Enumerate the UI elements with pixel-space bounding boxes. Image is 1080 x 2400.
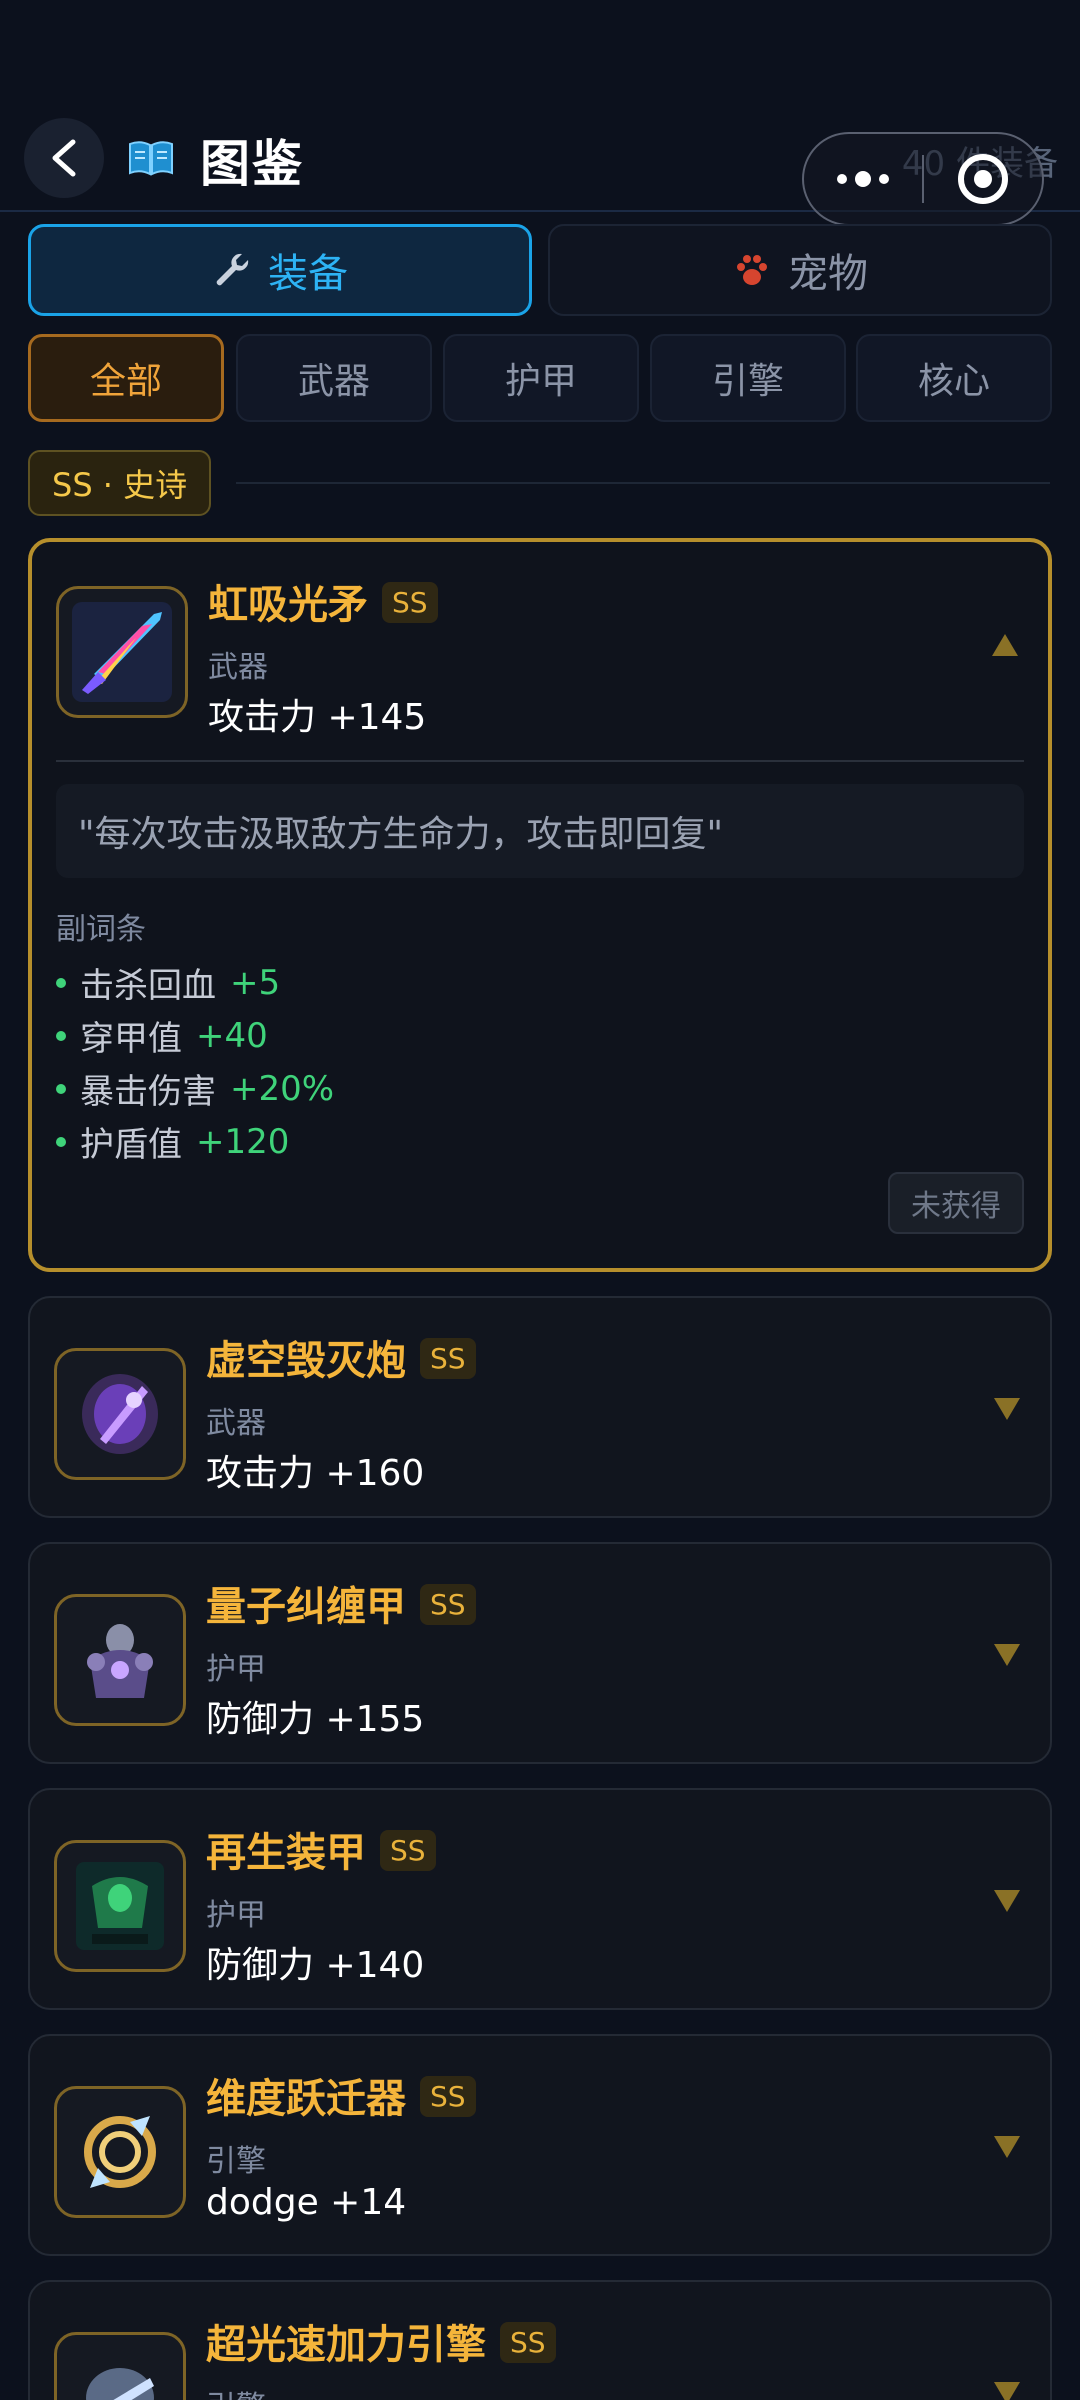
tab-equipment[interactable]: 装备 [28, 224, 532, 316]
more-menu-button[interactable] [804, 171, 922, 187]
affix-value: +5 [230, 962, 281, 1003]
mini-program-capsule [802, 132, 1044, 226]
item-name-text: 虚空毁灭炮 [206, 1338, 406, 1384]
item-name-text: 超光速加力引擎 [206, 2322, 486, 2368]
item-thumbnail [56, 586, 188, 718]
filter-armor[interactable]: 护甲 [443, 334, 639, 422]
book-icon [129, 141, 173, 176]
affix-name: 穿甲值 [80, 1019, 182, 1059]
item-type: 护甲 [206, 1898, 266, 1933]
affix-value: +20% [230, 1068, 335, 1109]
engine-icon [86, 2368, 154, 2400]
item-description: "每次攻击汲取敌方生命力，攻击即回复" [56, 784, 1024, 878]
back-arrow-icon [52, 139, 76, 177]
affix-value: +40 [196, 1015, 268, 1056]
armor-icon [87, 1624, 153, 1698]
bullet-dot-icon [56, 1083, 66, 1094]
equipment-card[interactable]: 超光速加力引擎 SS 引擎 [28, 2280, 1052, 2400]
header-bar: 图鉴 40 件装备 [0, 0, 1080, 226]
item-name-text: 维度跃迁器 [206, 2076, 406, 2122]
rarity-section-badge: SS · 史诗 [28, 450, 212, 516]
item-thumbnail [54, 1840, 186, 1972]
card-divider [56, 760, 1024, 762]
affix-value: +120 [196, 1121, 290, 1162]
bullet-dot-icon [56, 1030, 66, 1041]
warp-device-icon [84, 2116, 156, 2188]
affix-row: 击杀回血 +5 [56, 958, 280, 1007]
expand-arrow-icon[interactable] [994, 1890, 1020, 1912]
green-armor-icon [76, 1862, 164, 1950]
expand-arrow-icon[interactable] [994, 1398, 1020, 1420]
grade-badge: SS [420, 1584, 476, 1625]
affix-name: 击杀回血 [80, 966, 216, 1006]
affix-row: 护盾值 +120 [56, 1117, 289, 1166]
item-type: 武器 [208, 650, 268, 685]
target-icon [958, 154, 1008, 204]
item-type: 引擎 [206, 2144, 266, 2179]
filter-all[interactable]: 全部 [28, 334, 224, 422]
item-name: 维度跃迁器 SS [206, 2066, 476, 2124]
cannon-icon [82, 1374, 158, 1454]
expand-arrow-icon[interactable] [994, 2382, 1020, 2400]
item-main-stat: 攻击力 +145 [208, 697, 427, 738]
equipment-card[interactable]: 再生装甲 SS 护甲 防御力 +140 [28, 1788, 1052, 2010]
item-type: 武器 [206, 1406, 266, 1441]
item-main-stat: 防御力 +140 [206, 1945, 425, 1986]
not-obtained-badge: 未获得 [888, 1172, 1024, 1234]
tab-equipment-label: 装备 [268, 251, 348, 297]
item-type: 引擎 [206, 2382, 266, 2400]
tab-pets-label: 宠物 [788, 251, 868, 297]
item-main-stat: dodge +14 [206, 2182, 407, 2223]
item-thumbnail [54, 2332, 186, 2400]
item-name-text: 再生装甲 [206, 1830, 366, 1876]
expand-arrow-icon[interactable] [994, 1644, 1020, 1666]
collapse-arrow-icon[interactable] [992, 634, 1018, 656]
affix-name: 暴击伤害 [80, 1072, 216, 1112]
affix-row: 穿甲值 +40 [56, 1011, 268, 1060]
grade-badge: SS [382, 582, 438, 623]
bullet-dot-icon [56, 1136, 66, 1147]
equipment-card[interactable]: 虹吸光矛 SS 武器 攻击力 +145 "每次攻击汲取敌方生命力，攻击即回复" 副… [28, 538, 1052, 1272]
grade-badge: SS [420, 2076, 476, 2117]
item-thumbnail [54, 2086, 186, 2218]
item-main-stat: 防御力 +155 [206, 1699, 425, 1740]
tab-pets[interactable]: 宠物 [548, 224, 1052, 316]
bullet-dot-icon [56, 977, 66, 988]
close-mini-program-button[interactable] [924, 154, 1042, 204]
item-name: 虹吸光矛 SS [208, 572, 438, 630]
affix-name: 护盾值 [80, 1125, 182, 1165]
item-name: 超光速加力引擎 SS [206, 2312, 556, 2370]
equipment-card[interactable]: 量子纠缠甲 SS 护甲 防御力 +155 [28, 1542, 1052, 1764]
section-divider [236, 482, 1050, 484]
grade-badge: SS [380, 1830, 436, 1871]
page-title: 图鉴 [200, 135, 304, 193]
item-name-text: 量子纠缠甲 [206, 1584, 406, 1630]
wrench-icon [216, 253, 249, 286]
item-thumbnail [54, 1594, 186, 1726]
item-name-text: 虹吸光矛 [208, 582, 368, 628]
grade-badge: SS [420, 1338, 476, 1379]
expand-arrow-icon[interactable] [994, 2136, 1020, 2158]
item-thumbnail [54, 1348, 186, 1480]
item-name: 量子纠缠甲 SS [206, 1574, 476, 1632]
filter-core[interactable]: 核心 [856, 334, 1052, 422]
item-type: 护甲 [206, 1652, 266, 1687]
equipment-card[interactable]: 维度跃迁器 SS 引擎 dodge +14 [28, 2034, 1052, 2256]
affix-row: 暴击伤害 +20% [56, 1064, 334, 1113]
item-main-stat: 攻击力 +160 [206, 1453, 425, 1494]
item-name: 虚空毁灭炮 SS [206, 1328, 476, 1386]
equipment-card[interactable]: 虚空毁灭炮 SS 武器 攻击力 +160 [28, 1296, 1052, 1518]
item-name: 再生装甲 SS [206, 1820, 436, 1878]
paw-icon [737, 255, 767, 285]
filter-weapon[interactable]: 武器 [236, 334, 432, 422]
spear-icon [72, 602, 172, 702]
affix-title: 副词条 [56, 912, 146, 947]
back-button[interactable] [24, 118, 104, 198]
filter-engine[interactable]: 引擎 [650, 334, 846, 422]
grade-badge: SS [500, 2322, 556, 2363]
